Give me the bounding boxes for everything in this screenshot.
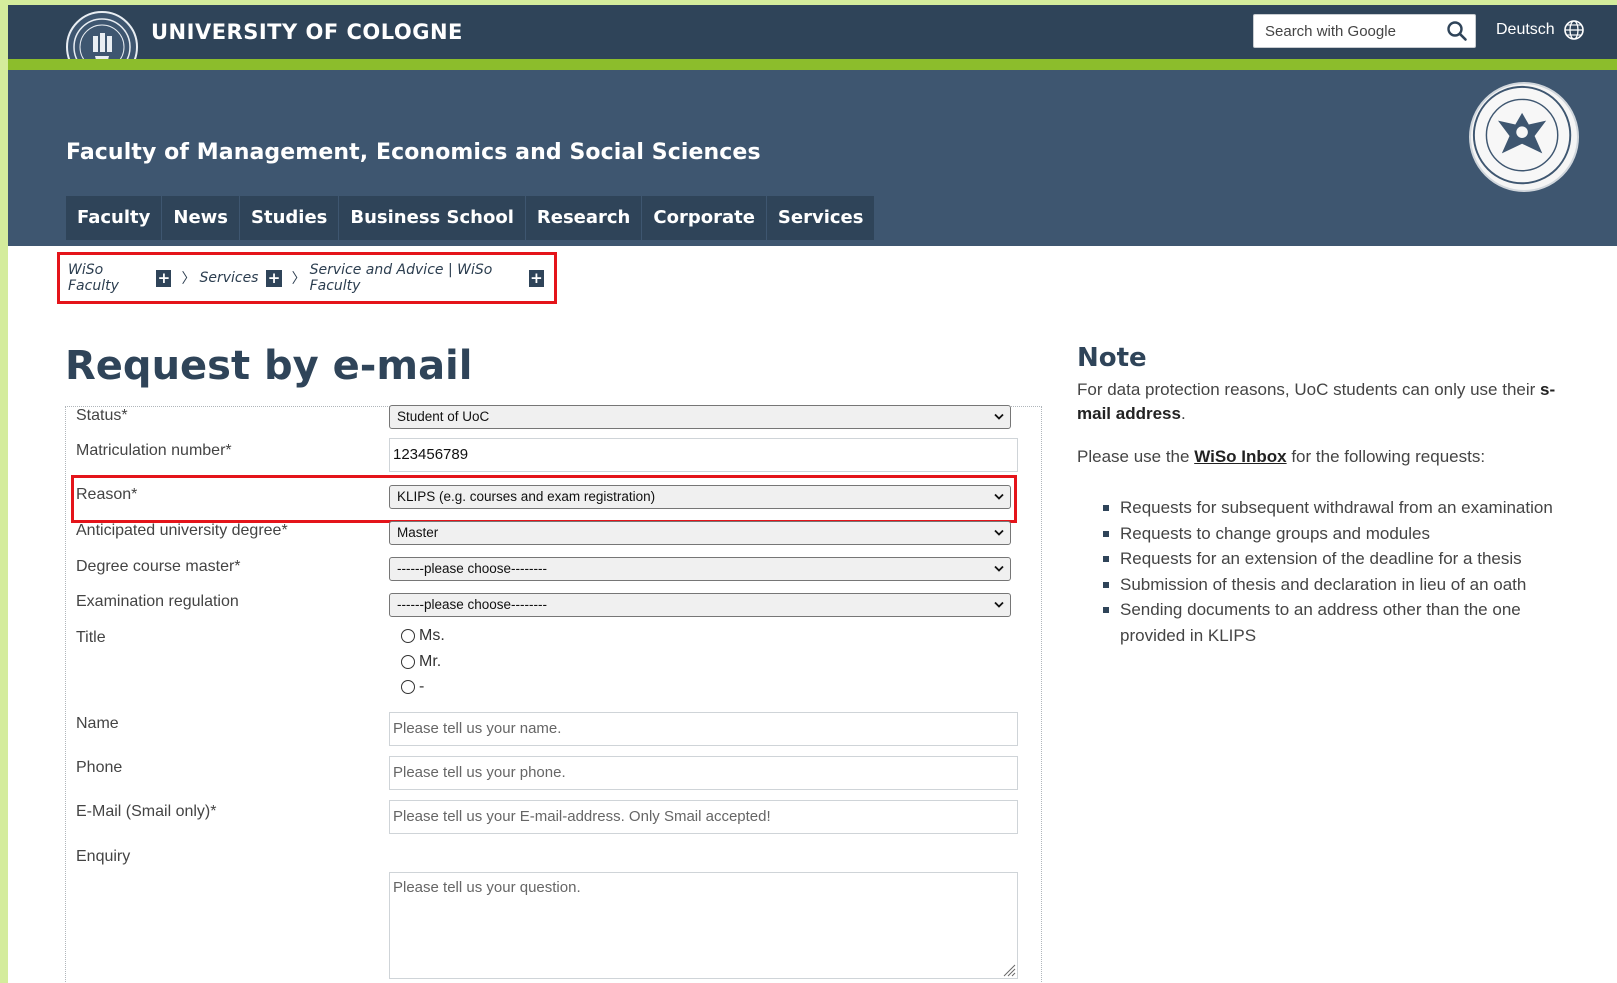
note-title: Note	[1077, 343, 1147, 373]
wiso-inbox-link[interactable]: WiSo Inbox	[1194, 447, 1286, 466]
search-input[interactable]	[1254, 16, 1444, 46]
radio-button[interactable]	[401, 655, 415, 669]
breadcrumb-separator: 〉	[291, 271, 306, 287]
enquiry-textarea[interactable]: Please tell us your question.	[389, 872, 1018, 979]
expand-plus-icon[interactable]: +	[156, 269, 172, 287]
language-switch[interactable]: Deutsch	[1496, 19, 1585, 41]
faculty-title[interactable]: Faculty of Management, Economics and Soc…	[66, 140, 761, 165]
title-label: Title	[76, 629, 106, 646]
course-value: ------please choose--------	[397, 561, 548, 576]
course-label: Degree course master*	[76, 558, 241, 575]
list-item: Requests for an extension of the deadlin…	[1103, 546, 1573, 572]
status-select[interactable]: Student of UoC	[389, 405, 1011, 429]
list-item: Requests to change groups and modules	[1103, 521, 1573, 547]
top-bar: UNIVERSITY OF COLOGNE Deutsch	[8, 5, 1617, 83]
nav-corporate[interactable]: Corporate	[642, 196, 767, 240]
enquiry-label: Enquiry	[76, 848, 131, 865]
nav-studies[interactable]: Studies	[240, 196, 340, 240]
radio-label: -	[419, 678, 425, 695]
degree-select[interactable]: Master	[389, 521, 1011, 545]
nav-research[interactable]: Research	[526, 196, 643, 240]
list-item: Submission of thesis and declaration in …	[1103, 572, 1573, 598]
regulation-select[interactable]: ------please choose--------	[389, 593, 1011, 617]
radio-button[interactable]	[401, 680, 415, 694]
title-option-ms[interactable]: Ms.	[401, 627, 445, 645]
nav-faculty[interactable]: Faculty	[66, 196, 163, 240]
list-item: Sending documents to an address other th…	[1103, 597, 1573, 648]
breadcrumb-service-advice[interactable]: Service and Advice | WiSo Faculty	[310, 262, 521, 294]
main-navigation: Faculty News Studies Business School Res…	[66, 196, 875, 240]
status-value: Student of UoC	[397, 409, 490, 424]
reason-label: Reason*	[76, 486, 138, 503]
regulation-label: Examination regulation	[76, 593, 239, 610]
radio-button[interactable]	[401, 629, 415, 643]
degree-label: Anticipated university degree*	[76, 522, 288, 539]
eagle-seal-icon	[1472, 85, 1572, 185]
note-text: Please use the	[1077, 447, 1195, 466]
browser-page: UNIVERSITY OF COLOGNE Deutsch Faculty of…	[8, 5, 1617, 983]
email-input[interactable]: Please tell us your E-mail-address. Only…	[389, 800, 1018, 834]
resize-handle-icon[interactable]	[1002, 963, 1016, 977]
enquiry-placeholder: Please tell us your question.	[393, 879, 581, 896]
chevron-down-icon	[994, 493, 1004, 500]
expand-plus-icon[interactable]: +	[528, 269, 544, 287]
radio-label: Mr.	[419, 653, 442, 670]
note-text-end: for the following requests:	[1286, 447, 1486, 466]
radio-label: Ms.	[419, 627, 445, 644]
breadcrumb-separator: 〉	[181, 271, 196, 287]
matriculation-label: Matriculation number*	[76, 442, 232, 459]
faculty-header: Faculty of Management, Economics and Soc…	[8, 70, 1617, 246]
regulation-value: ------please choose--------	[397, 597, 548, 612]
course-select[interactable]: ------please choose--------	[389, 557, 1011, 581]
search-icon[interactable]	[1446, 20, 1468, 42]
note-paragraph-1: For data protection reasons, UoC student…	[1077, 378, 1557, 426]
name-input[interactable]: Please tell us your name.	[389, 712, 1018, 746]
globe-icon[interactable]	[1563, 19, 1585, 41]
page-title: Request by e-mail	[65, 343, 473, 389]
chevron-down-icon	[994, 565, 1004, 572]
nav-news[interactable]: News	[162, 196, 241, 240]
nav-business-school[interactable]: Business School	[339, 196, 526, 240]
email-label: E-Mail (Smail only)*	[76, 803, 217, 820]
list-item: Requests for subsequent withdrawal from …	[1103, 495, 1573, 521]
reason-select[interactable]: KLIPS (e.g. courses and exam registratio…	[389, 485, 1011, 509]
breadcrumb: WiSo Faculty + 〉 Services + 〉 Service an…	[57, 252, 557, 304]
status-label: Status*	[76, 407, 128, 424]
name-label: Name	[76, 715, 119, 732]
faculty-seal-logo	[1469, 82, 1579, 192]
search-box[interactable]	[1253, 14, 1476, 48]
breadcrumb-services[interactable]: Services	[199, 270, 258, 286]
phone-input[interactable]: Please tell us your phone.	[389, 756, 1018, 790]
university-name[interactable]: UNIVERSITY OF COLOGNE	[151, 20, 463, 44]
language-label[interactable]: Deutsch	[1496, 21, 1555, 39]
breadcrumb-wiso-faculty[interactable]: WiSo Faculty	[68, 262, 148, 294]
note-text-end: .	[1180, 404, 1186, 423]
degree-value: Master	[397, 525, 439, 540]
title-option-none[interactable]: -	[401, 678, 424, 696]
note-request-list: Requests for subsequent withdrawal from …	[1103, 495, 1573, 648]
expand-plus-icon[interactable]: +	[266, 269, 282, 287]
reason-value: KLIPS (e.g. courses and exam registratio…	[397, 489, 656, 504]
accent-stripe	[8, 59, 1617, 70]
note-text: For data protection reasons, UoC student…	[1077, 380, 1541, 399]
matriculation-input[interactable]: 123456789	[389, 438, 1018, 472]
nav-services[interactable]: Services	[767, 196, 875, 240]
phone-label: Phone	[76, 759, 123, 776]
title-option-mr[interactable]: Mr.	[401, 653, 441, 671]
note-paragraph-2: Please use the WiSo Inbox for the follow…	[1077, 445, 1557, 469]
chevron-down-icon	[994, 413, 1004, 420]
chevron-down-icon	[994, 529, 1004, 536]
chevron-down-icon	[994, 601, 1004, 608]
